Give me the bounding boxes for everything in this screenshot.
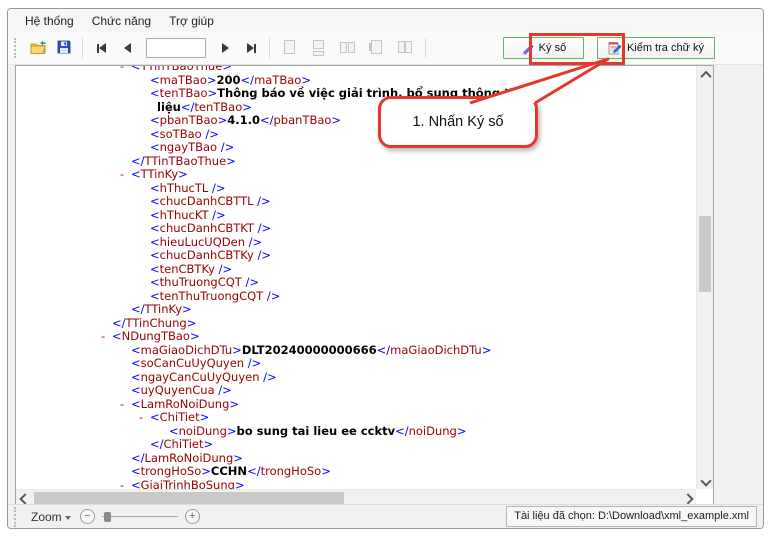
xml-line: <hThucKT /> xyxy=(16,209,696,223)
xml-line: </TTinTBaoThue> xyxy=(16,155,696,169)
collapse-toggle[interactable]: - xyxy=(120,479,131,490)
previous-record-button[interactable] xyxy=(116,38,138,58)
toolbar: Ký số Kiểm tra chữ ký xyxy=(8,32,763,65)
vertical-scroll-thumb[interactable] xyxy=(699,216,711,292)
open-folder-icon xyxy=(30,40,47,57)
xml-line: -<TTinKy> xyxy=(16,168,696,182)
zoom-label: Zoom xyxy=(31,510,62,524)
page-view-group xyxy=(275,40,420,56)
xml-line: <maGiaoDichDTu>DLT20240000000666</maGiao… xyxy=(16,344,696,358)
xml-line: </LamRoNoiDung> xyxy=(16,452,696,466)
application-window: Hệ thốngChức năngTrợ giúp xyxy=(0,0,778,536)
callout-bubble: 1. Nhấn Ký số xyxy=(378,96,538,148)
scroll-down-button[interactable] xyxy=(697,472,714,489)
xml-content: -<TTinTBaoThue><maTBao>200</maTBao><tenT… xyxy=(16,66,696,489)
xml-line: -<LamRoNoiDung> xyxy=(16,398,696,412)
toolbar-separator xyxy=(269,38,270,58)
toolbar-separator xyxy=(425,38,426,58)
zoom-dropdown-caret-icon[interactable] xyxy=(65,516,71,520)
xml-line: -<ChiTiet> xyxy=(16,411,696,425)
collapse-toggle[interactable]: - xyxy=(120,168,131,182)
menu-bar: Hệ thốngChức năngTrợ giúp xyxy=(8,9,763,32)
chevron-up-icon xyxy=(700,70,711,81)
xml-tool-window: Hệ thốngChức năngTrợ giúp xyxy=(7,8,764,529)
menu-item[interactable]: Chức năng xyxy=(83,11,160,31)
xml-line: </ChiTiet> xyxy=(16,438,696,452)
toolbar-grip[interactable] xyxy=(14,38,21,58)
xml-line: <soTBao /> xyxy=(16,128,696,142)
xml-line: <tenTBao>Thông báo về việc giải trình, b… xyxy=(16,87,696,101)
xml-line: <thuTruongCQT /> xyxy=(16,276,696,290)
previous-record-icon xyxy=(124,43,131,53)
zoom-in-button[interactable]: + xyxy=(185,509,200,524)
vertical-scrollbar[interactable] xyxy=(696,66,713,489)
xml-line: <ngayTBao /> xyxy=(16,141,696,155)
status-file-path: Tài liệu đã chọn: D:\Download\xml_exampl… xyxy=(506,506,757,527)
next-record-icon xyxy=(222,43,229,53)
xml-line: <chucDanhCBTKy /> xyxy=(16,249,696,263)
bottom-bar: Zoom − + Tài liệu đã chọn: D:\Download\x… xyxy=(8,504,763,528)
page-number-input[interactable] xyxy=(146,38,206,58)
xml-line: <hieuLucUQDen /> xyxy=(16,236,696,250)
chevron-down-icon xyxy=(700,475,711,486)
verify-button-label: Kiểm tra chữ ký xyxy=(627,42,704,54)
xml-line: <ngayCanCuUyQuyen /> xyxy=(16,371,696,385)
chevron-left-icon xyxy=(19,493,30,504)
xml-viewer-panel: -<TTinTBaoThue><maTBao>200</maTBao><tenT… xyxy=(15,65,714,507)
continuous-view-icon xyxy=(311,40,326,56)
xml-line: <tenThuTruongCQT /> xyxy=(16,290,696,304)
xml-line: <hThucTL /> xyxy=(16,182,696,196)
next-record-button[interactable] xyxy=(214,38,236,58)
collapse-toggle[interactable]: - xyxy=(139,411,150,425)
menu-item[interactable]: Hệ thống xyxy=(16,11,83,31)
zoom-slider-handle[interactable] xyxy=(104,512,111,522)
xml-line: </TTinKy> xyxy=(16,303,696,317)
last-record-button[interactable] xyxy=(240,38,262,58)
save-file-button[interactable] xyxy=(52,37,76,59)
xml-line: <pbanTBao>4.1.0</pbanTBao> xyxy=(16,114,696,128)
xml-viewport: -<TTinTBaoThue><maTBao>200</maTBao><tenT… xyxy=(16,66,696,489)
save-floppy-icon xyxy=(57,40,71,57)
xml-line: <uyQuyenCua /> xyxy=(16,384,696,398)
collapse-toggle[interactable]: - xyxy=(120,66,131,74)
open-file-button[interactable] xyxy=(26,37,50,59)
facing-pages-view-icon xyxy=(340,40,355,56)
xml-line: <noiDung>bo sung tai lieu ee ccktv</noiD… xyxy=(16,425,696,439)
xml-line: liệu</tenTBao> xyxy=(16,101,696,115)
zoom-slider[interactable] xyxy=(102,509,178,524)
collapse-toggle[interactable]: - xyxy=(101,330,112,344)
collapse-toggle[interactable]: - xyxy=(120,398,131,412)
menu-item[interactable]: Trợ giúp xyxy=(160,11,223,31)
zoom-slider-track xyxy=(102,516,178,517)
xml-line: <trongHoSo>CCHN</trongHoSo> xyxy=(16,465,696,479)
single-page-view-icon xyxy=(282,40,297,56)
xml-line: <soCanCuUyQuyen /> xyxy=(16,357,696,371)
xml-line: -<TTinTBaoThue> xyxy=(16,66,696,74)
horizontal-scroll-thumb[interactable] xyxy=(34,492,344,504)
bottombar-grip[interactable] xyxy=(14,507,21,527)
xml-line: <chucDanhCBTTL /> xyxy=(16,195,696,209)
xml-line: </TTinChung> xyxy=(16,317,696,331)
toolbar-separator xyxy=(82,38,83,58)
xml-line: <maTBao>200</maTBao> xyxy=(16,74,696,88)
xml-line: <tenCBTKy /> xyxy=(16,263,696,277)
first-record-button[interactable] xyxy=(90,38,112,58)
highlight-rectangle xyxy=(529,33,625,65)
last-record-icon xyxy=(247,43,254,53)
xml-line: -<NDungTBao> xyxy=(16,330,696,344)
zoom-out-button[interactable]: − xyxy=(80,509,95,524)
cover-page-view-icon xyxy=(369,40,384,56)
book-view-icon xyxy=(398,40,413,56)
chevron-right-icon xyxy=(682,493,693,504)
callout-text: 1. Nhấn Ký số xyxy=(412,114,503,130)
xml-line: -<GiaiTrinhBoSung> xyxy=(16,479,696,490)
xml-line: <chucDanhCBTKT /> xyxy=(16,222,696,236)
scroll-up-button[interactable] xyxy=(697,66,714,83)
